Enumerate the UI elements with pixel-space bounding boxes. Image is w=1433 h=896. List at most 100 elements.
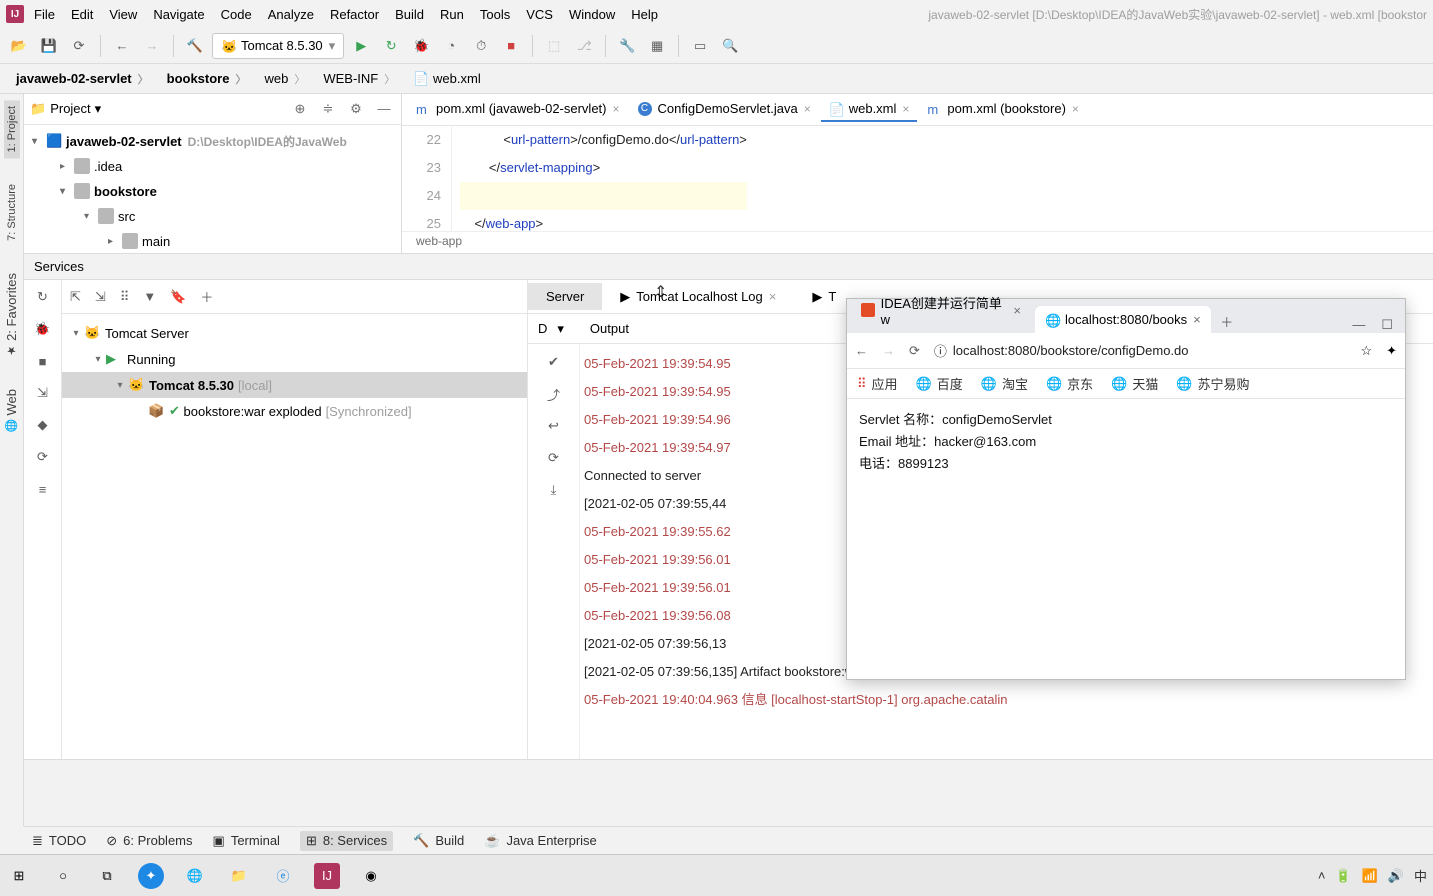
editor-tab-webxml[interactable]: 📄web.xml× <box>821 97 918 122</box>
tab-todo[interactable]: ≣ TODO <box>32 833 86 849</box>
hide-icon[interactable]: — <box>373 98 395 120</box>
collapse-icon[interactable]: ⇲ <box>95 289 106 305</box>
editor-tab-pom1[interactable]: mpom.xml (javaweb-02-servlet)× <box>408 97 628 122</box>
close-icon[interactable]: × <box>902 102 909 116</box>
volume-icon[interactable]: 🔊 <box>1388 868 1404 884</box>
star-icon[interactable]: ☆ <box>1360 343 1372 359</box>
structure-icon[interactable]: ▦ <box>644 33 670 59</box>
tree-main[interactable]: ▸ main <box>24 229 401 253</box>
intellij-icon[interactable]: IJ <box>314 863 340 889</box>
expand-icon[interactable]: ⇱ <box>70 289 81 305</box>
bookmark-baidu[interactable]: 🌐 百度 <box>916 374 963 393</box>
update-icon[interactable]: ◆ <box>32 414 54 436</box>
tab-java-enterprise[interactable]: ☕ Java Enterprise <box>484 833 597 849</box>
tab-localhost-log[interactable]: ▶Tomcat Localhost Log× <box>602 283 794 311</box>
back-icon[interactable]: ← <box>855 343 868 358</box>
menu-file[interactable]: File <box>28 5 61 24</box>
menu-code[interactable]: Code <box>215 5 258 24</box>
presentation-icon[interactable]: ▭ <box>687 33 713 59</box>
sync-icon[interactable]: ⟳ <box>32 446 54 468</box>
menu-navigate[interactable]: Navigate <box>147 5 210 24</box>
project-tree[interactable]: ▾🟦 javaweb-02-servlet D:\Desktop\IDEA的Ja… <box>24 125 401 253</box>
browser-tab-1[interactable]: IDEA创建并运行简单w× <box>851 287 1031 333</box>
save-icon[interactable]: 💾 <box>36 33 62 59</box>
add-icon[interactable]: ＋ <box>200 287 213 306</box>
bookmark-jd[interactable]: 🌐 京东 <box>1046 374 1093 393</box>
run-icon[interactable]: ▶ <box>348 33 374 59</box>
menu-vcs[interactable]: VCS <box>520 5 559 24</box>
gear-icon[interactable]: ⚙ <box>345 98 367 120</box>
close-icon[interactable]: × <box>613 102 620 116</box>
tab-problems[interactable]: ⊘ 6: Problems <box>106 833 192 849</box>
filter-icon[interactable]: ▼ <box>143 289 156 304</box>
refresh-icon[interactable]: ⟳ <box>66 33 92 59</box>
tree-idea[interactable]: ▸ .idea <box>24 154 401 179</box>
tree-running[interactable]: ▾▶Running <box>62 346 527 372</box>
back-icon[interactable]: ← <box>109 33 135 59</box>
tab-web[interactable]: 🌐 Web <box>2 383 21 438</box>
menu-window[interactable]: Window <box>563 5 621 24</box>
tab-structure[interactable]: 7: Structure <box>4 178 20 247</box>
tree-src[interactable]: ▾ src <box>24 204 401 229</box>
menu-edit[interactable]: Edit <box>65 5 99 24</box>
crumb-web[interactable]: web <box>256 69 315 89</box>
apps-button[interactable]: ⠿应用 <box>857 374 898 393</box>
tree-tomcat-server[interactable]: ▾🐱Tomcat Server <box>62 320 527 346</box>
group-icon[interactable]: ⠿ <box>120 289 130 305</box>
debug-icon[interactable]: 🐞 <box>408 33 434 59</box>
editor-tab-pom2[interactable]: mpom.xml (bookstore)× <box>919 97 1087 122</box>
stop-icon[interactable]: ■ <box>32 350 54 372</box>
commit-icon[interactable]: ⎇ <box>571 33 597 59</box>
menu-help[interactable]: Help <box>625 5 664 24</box>
tree-bookstore[interactable]: ▾ bookstore <box>24 179 401 204</box>
bookmark-taobao[interactable]: 🌐 淘宝 <box>981 374 1028 393</box>
close-icon[interactable]: × <box>769 289 777 304</box>
close-icon[interactable]: × <box>1193 312 1201 327</box>
reload-icon[interactable]: ⟳ <box>909 343 920 359</box>
edge-icon[interactable]: 🌐 <box>182 863 208 889</box>
export-icon[interactable]: ⤓ <box>544 480 564 500</box>
close-icon[interactable]: × <box>1013 303 1021 318</box>
open-icon[interactable]: 📂 <box>6 33 32 59</box>
check-icon[interactable]: ✔ <box>544 352 564 372</box>
editor-tab-java[interactable]: CConfigDemoServlet.java× <box>630 97 819 122</box>
app-icon[interactable]: ✦ <box>138 863 164 889</box>
crumb-project[interactable]: javaweb-02-servlet <box>8 69 159 89</box>
locate-icon[interactable]: ⊕ <box>289 98 311 120</box>
tree-artifact[interactable]: 📦✔ bookstore:war exploded[Synchronized] <box>62 398 527 424</box>
code-editor[interactable]: 22 23 24 25 <url-pattern>/configDemo.do<… <box>402 126 1433 231</box>
tab-terminal[interactable]: ▣ Terminal <box>213 833 280 849</box>
tree-server-instance[interactable]: ▾🐱Tomcat 8.5.30[local] <box>62 372 527 398</box>
search-icon[interactable]: 🔍 <box>717 33 743 59</box>
crumb-file[interactable]: 📄 web.xml <box>405 69 491 89</box>
new-tab-button[interactable]: ＋ <box>1215 309 1239 333</box>
project-panel-title[interactable]: 📁 Project ▾ <box>30 101 101 117</box>
editor-breadcrumb[interactable]: web-app <box>402 231 1433 253</box>
close-icon[interactable]: × <box>1072 102 1079 116</box>
update-icon[interactable]: ⬚ <box>541 33 567 59</box>
ie-icon[interactable]: ⓔ <box>270 863 296 889</box>
address-bar[interactable]: ⓘ localhost:8080/bookstore/configDemo.do <box>934 341 1347 360</box>
tray-chevron-icon[interactable]: ˄ <box>1318 868 1326 883</box>
menu-refactor[interactable]: Refactor <box>324 5 385 24</box>
cortana-icon[interactable]: ○ <box>50 863 76 889</box>
tab-project[interactable]: 1: Project <box>4 100 20 158</box>
extensions-icon[interactable]: ✦ <box>1386 343 1397 359</box>
run-config-selector[interactable]: 🐱 Tomcat 8.5.30 ▾ <box>212 33 344 59</box>
tab-services[interactable]: ⊞ 8: Services <box>300 831 393 851</box>
undo-icon[interactable]: ↩ <box>544 416 564 436</box>
coverage-icon[interactable]: ◔ <box>438 33 464 59</box>
close-icon[interactable]: × <box>804 102 811 116</box>
deploy-icon[interactable]: ⇲ <box>32 382 54 404</box>
task-view-icon[interactable]: ⧉ <box>94 863 120 889</box>
collapse-icon[interactable]: ≑ <box>317 98 339 120</box>
services-tree[interactable]: ▾🐱Tomcat Server ▾▶Running ▾🐱Tomcat 8.5.3… <box>62 314 527 430</box>
code-content[interactable]: <url-pattern>/configDemo.do</url-pattern… <box>452 126 747 231</box>
bookmark-suning[interactable]: 🌐 苏宁易购 <box>1176 374 1249 393</box>
build-icon[interactable]: 🔨 <box>182 33 208 59</box>
tab-build[interactable]: 🔨 Build <box>413 833 464 849</box>
chrome-icon[interactable]: ◉ <box>358 863 384 889</box>
info-icon[interactable]: ⓘ <box>934 341 947 360</box>
menu-analyze[interactable]: Analyze <box>262 5 320 24</box>
menu-build[interactable]: Build <box>389 5 430 24</box>
